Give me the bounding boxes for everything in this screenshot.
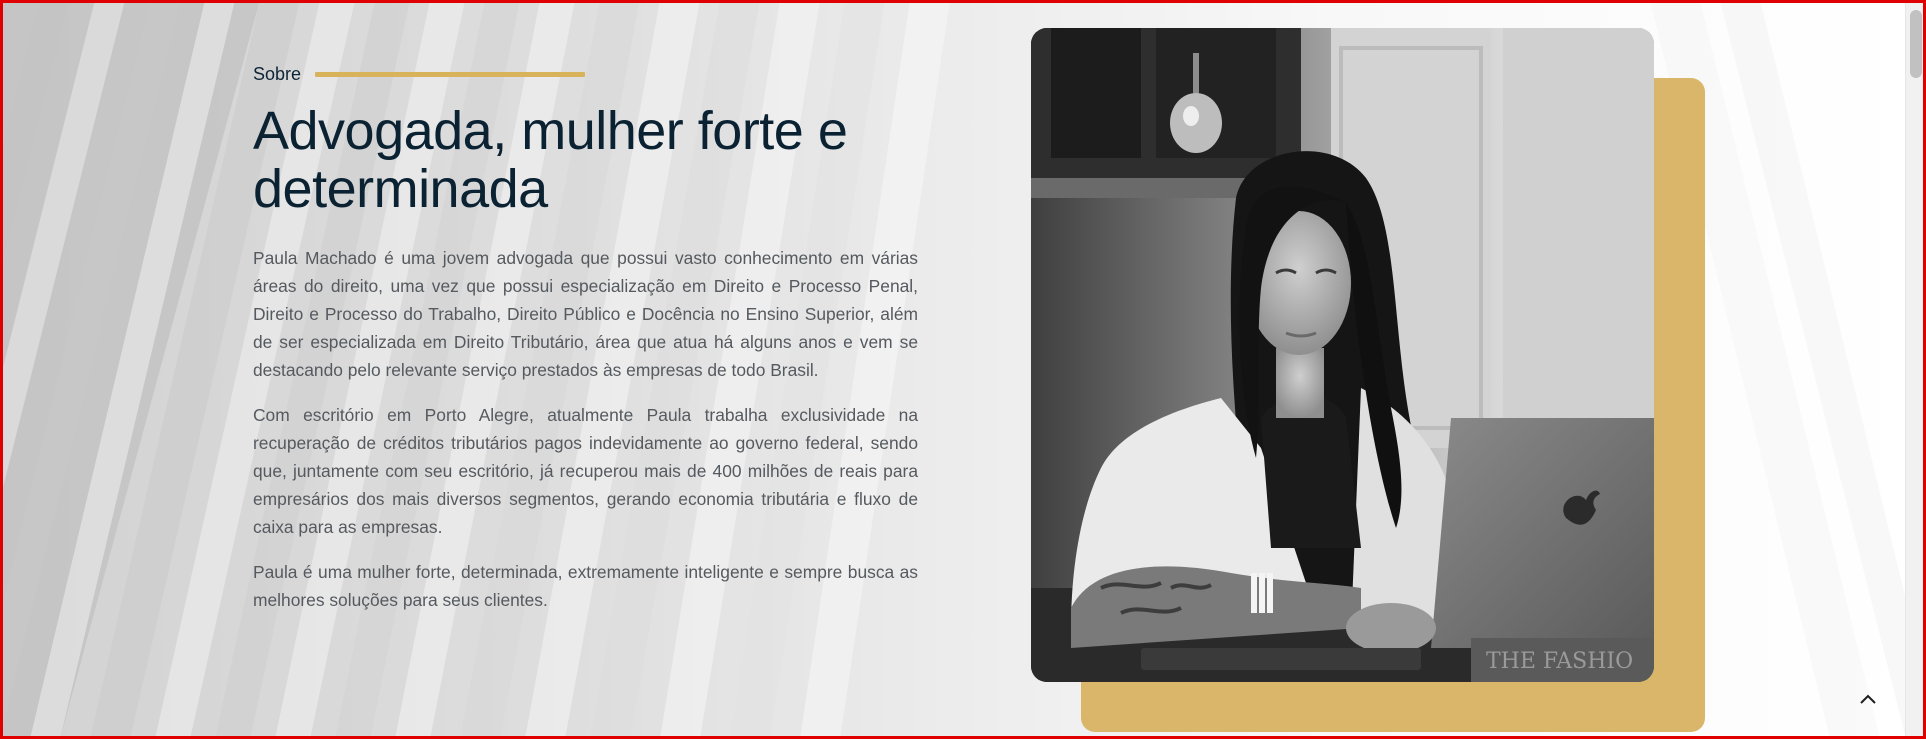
about-paragraph-1: Paula Machado é uma jovem advogada que p… [253, 248, 918, 380]
page-scrollbar[interactable] [1905, 0, 1926, 739]
eyebrow-divider [315, 71, 586, 77]
about-section: Sobre Advogada, mulher forte e determina… [253, 62, 918, 614]
eyebrow-label: Sobre [253, 63, 302, 84]
about-paragraph-3: Paula é uma mulher forte, determinada, e… [253, 562, 918, 610]
back-to-top-button[interactable] [1852, 683, 1884, 715]
book-title-text: THE FASHIO [1486, 649, 1633, 674]
section-eyebrow: Sobre [253, 62, 918, 86]
section-title: Advogada, mulher forte e determinada [253, 101, 848, 219]
about-paragraph-2: Com escritório em Porto Alegre, atualmen… [253, 405, 918, 537]
photo-illustration: THE FASHIO [1031, 28, 1654, 682]
chevron-up-icon [1860, 694, 1876, 704]
lawyer-photo: THE FASHIO [1031, 28, 1654, 682]
scrollbar-thumb[interactable] [1910, 10, 1922, 78]
